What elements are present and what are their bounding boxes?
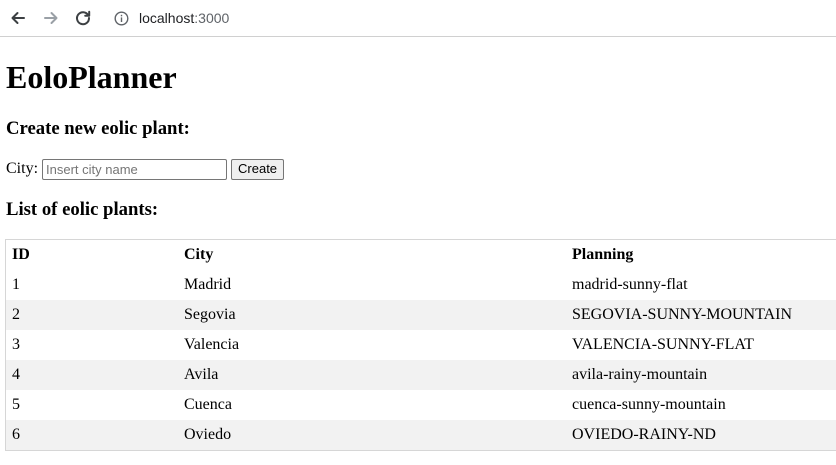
cell-city: Avila (184, 366, 219, 383)
table-row: 1 Madrid madrid-sunny-flat (6, 270, 836, 300)
create-button[interactable]: Create (231, 158, 285, 180)
table-row: 6 Oviedo OVIEDO-RAINY-ND (6, 420, 836, 450)
cell-id: 3 (12, 336, 20, 353)
cell-planning: cuenca-sunny-mountain (572, 396, 726, 413)
cell-city: Segovia (184, 306, 236, 323)
cell-city: Oviedo (184, 426, 232, 443)
cell-id: 6 (12, 426, 20, 443)
column-header-id: ID (12, 246, 30, 263)
page-content: EoloPlanner Create new eolic plant: City… (0, 38, 836, 465)
table-row: 5 Cuenca cuenca-sunny-mountain (6, 390, 836, 420)
address-bar[interactable]: localhost:3000 (106, 2, 830, 34)
table-row: 2 Segovia SEGOVIA-SUNNY-MOUNTAIN (6, 300, 836, 330)
cell-city: Madrid (184, 276, 232, 293)
city-label: City: (6, 160, 39, 177)
create-plant-heading: Create new eolic plant: (6, 118, 190, 139)
column-header-city: City (184, 246, 214, 263)
plant-list-heading: List of eolic plants: (6, 199, 159, 220)
cell-city: Valencia (184, 336, 240, 353)
cell-planning: VALENCIA-SUNNY-FLAT (572, 336, 754, 353)
page-title: EoloPlanner (6, 59, 177, 95)
reload-icon (76, 10, 91, 26)
cell-planning: SEGOVIA-SUNNY-MOUNTAIN (572, 306, 793, 323)
url-port: :3000 (194, 10, 230, 26)
table-header-row: ID City Planning (6, 240, 836, 270)
arrow-left-icon (11, 12, 25, 24)
plants-table: ID City Planning 1 Madrid madrid-sunny-f… (6, 240, 836, 450)
column-header-planning: Planning (572, 246, 634, 263)
cell-id: 1 (12, 276, 20, 293)
cell-planning: madrid-sunny-flat (572, 276, 688, 293)
url-text[interactable]: localhost:3000 (139, 10, 229, 26)
city-input[interactable] (42, 158, 228, 180)
cell-planning: OVIEDO-RAINY-ND (572, 426, 716, 443)
cell-id: 4 (12, 366, 20, 383)
table-row: 3 Valencia VALENCIA-SUNNY-FLAT (6, 330, 836, 360)
reload-button[interactable] (71, 6, 95, 30)
forward-button[interactable] (39, 6, 63, 30)
plants-table-container: ID City Planning 1 Madrid madrid-sunny-f… (5, 239, 836, 451)
create-plant-form: City: Create (6, 158, 285, 180)
cell-city: Cuenca (184, 396, 232, 413)
arrow-right-icon (44, 12, 58, 24)
cell-id: 5 (12, 396, 20, 413)
table-row: 4 Avila avila-rainy-mountain (6, 360, 836, 390)
browser-toolbar: localhost:3000 (0, 0, 836, 37)
back-button[interactable] (6, 6, 30, 30)
cell-planning: avila-rainy-mountain (572, 366, 708, 383)
info-icon[interactable] (114, 11, 129, 26)
cell-id: 2 (12, 306, 20, 323)
url-host: localhost (139, 10, 195, 26)
